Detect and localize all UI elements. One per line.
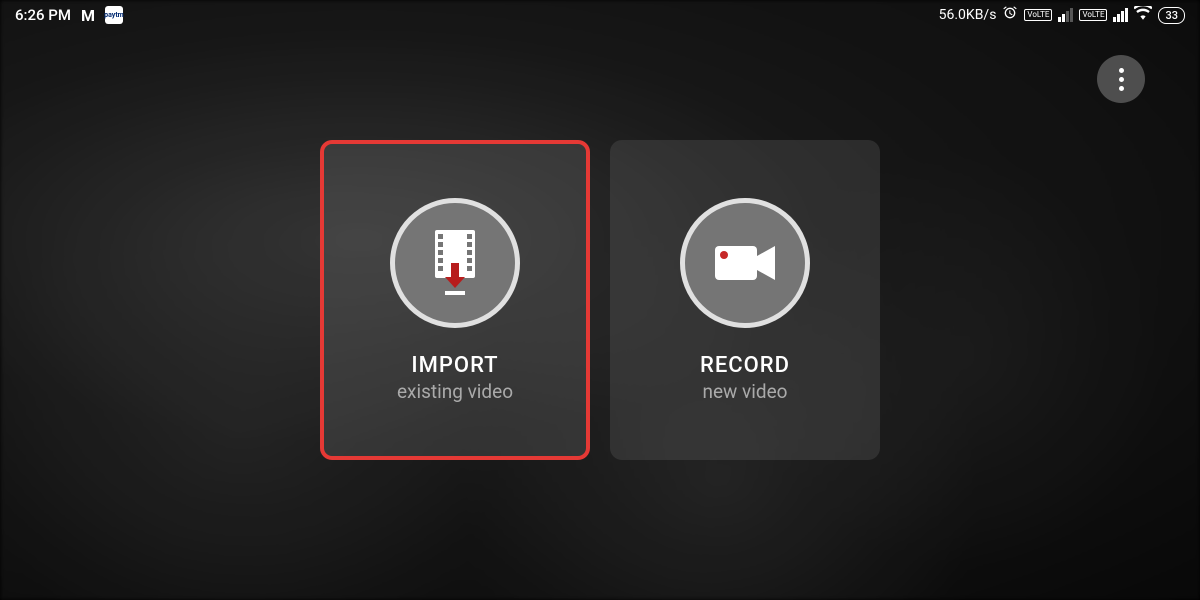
volte-badge-1: VoLTE xyxy=(1024,9,1052,21)
record-labels: RECORD new video xyxy=(700,353,790,403)
record-icon-circle xyxy=(680,198,810,328)
time-label: 6:26 PM xyxy=(15,6,71,24)
import-card[interactable]: IMPORT existing video xyxy=(320,140,590,460)
record-title: RECORD xyxy=(700,353,790,378)
import-icon-circle xyxy=(390,198,520,328)
status-right: 56.0KB/s VoLTE VoLTE 33 xyxy=(939,5,1185,25)
record-subtitle: new video xyxy=(700,380,790,403)
more-options-button[interactable] xyxy=(1097,55,1145,103)
action-cards: IMPORT existing video RECORD new video xyxy=(320,140,880,460)
import-labels: IMPORT existing video xyxy=(397,353,513,403)
import-title: IMPORT xyxy=(397,353,513,378)
app-notification-icon-1: M xyxy=(79,6,97,24)
battery-indicator: 33 xyxy=(1158,7,1185,24)
signal-bars-icon-2 xyxy=(1113,8,1128,22)
network-speed: 56.0KB/s xyxy=(939,7,997,23)
import-film-icon xyxy=(425,228,485,298)
record-card[interactable]: RECORD new video xyxy=(610,140,880,460)
video-camera-icon xyxy=(710,238,780,288)
import-subtitle: existing video xyxy=(397,380,513,403)
more-vertical-icon xyxy=(1119,68,1124,73)
signal-bars-icon-1 xyxy=(1058,8,1073,22)
alarm-icon xyxy=(1002,5,1018,25)
volte-badge-2: VoLTE xyxy=(1079,9,1107,21)
status-left: 6:26 PM M paytm xyxy=(15,6,123,24)
wifi-icon xyxy=(1134,6,1152,24)
app-notification-icon-2: paytm xyxy=(105,6,123,24)
status-bar: 6:26 PM M paytm 56.0KB/s VoLTE VoLTE 33 xyxy=(0,0,1200,30)
